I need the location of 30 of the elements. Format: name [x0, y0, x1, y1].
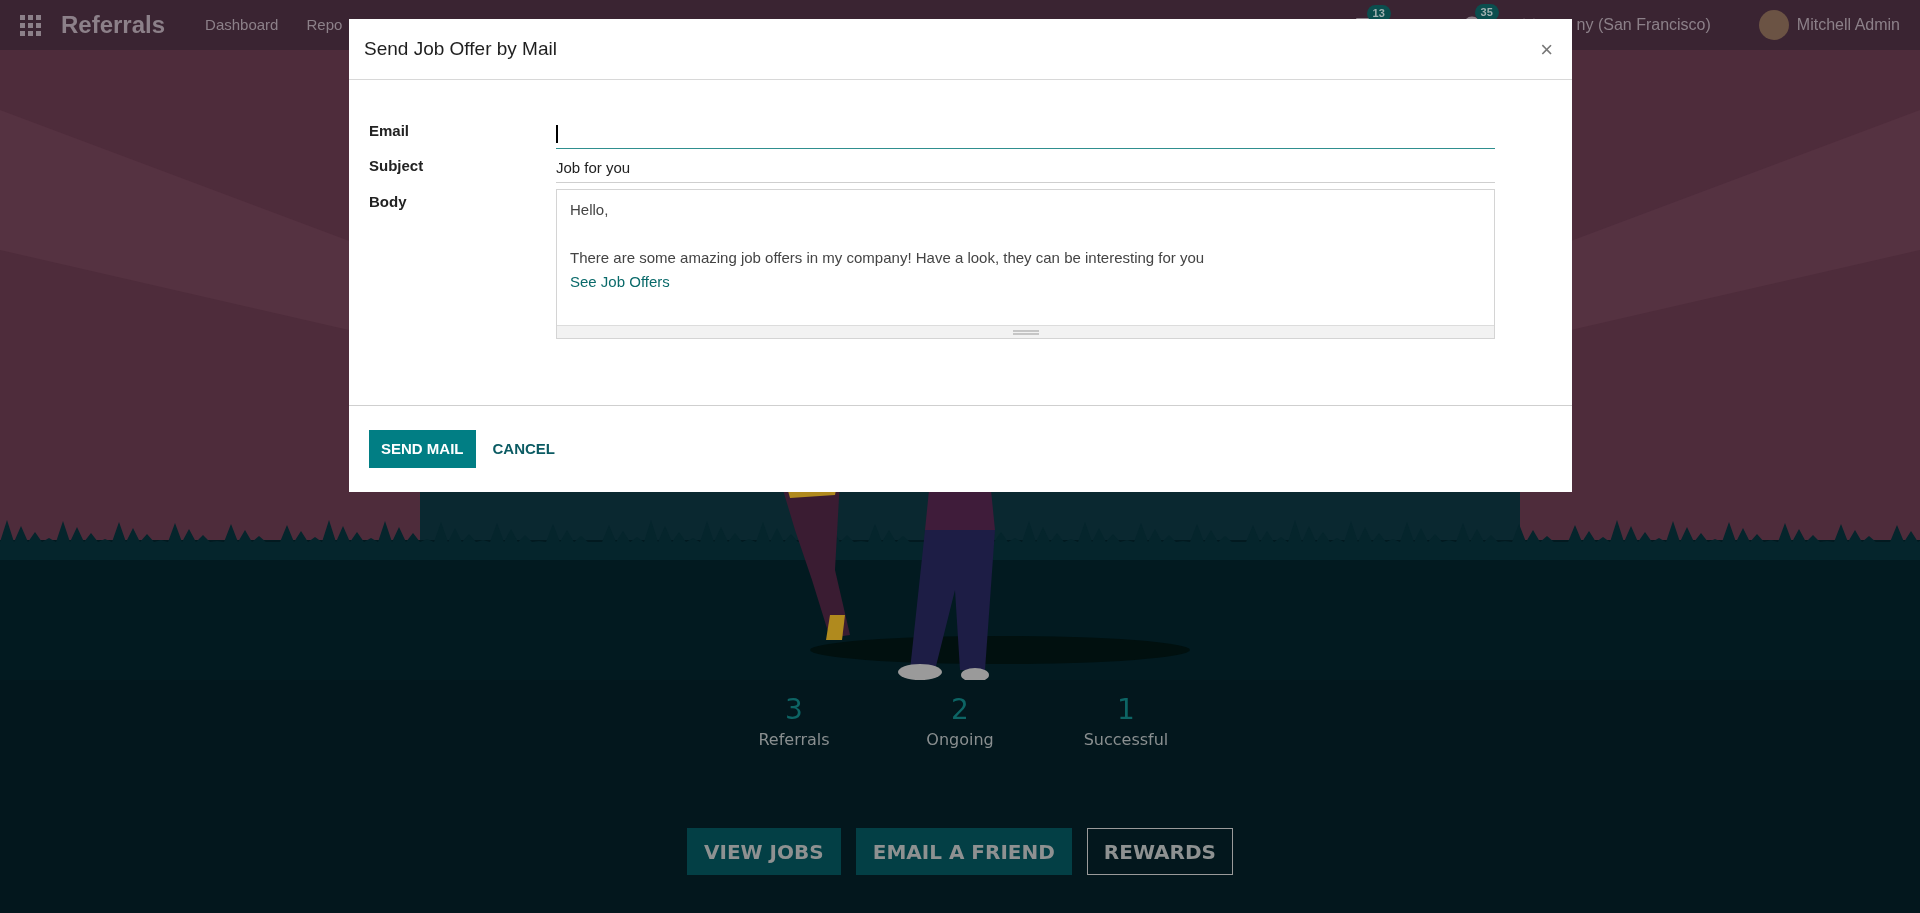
body-text: Hello, — [570, 200, 610, 220]
stat-label: Ongoing — [926, 729, 994, 751]
apps-grid-icon[interactable] — [20, 14, 41, 36]
dialog-button[interactable]: CANCEL — [480, 430, 567, 468]
stat-value: 2 — [951, 692, 969, 728]
text-field[interactable]: Job for you — [556, 155, 1495, 183]
job-offers-link[interactable]: See Job Offers — [570, 273, 670, 290]
menu-item[interactable]: Repo — [306, 13, 343, 37]
action-button[interactable]: REWARDS — [1086, 828, 1233, 875]
action-button[interactable]: EMAIL A FRIEND — [855, 828, 1072, 875]
body-text: There are some amazing job offers in my company! Have a look, they can be interesting for you — [570, 248, 1206, 268]
user-menu[interactable]: Mitchell Admin — [1796, 13, 1900, 37]
field-label: Subject — [369, 155, 425, 176]
company-switcher[interactable]: ny (San Francisco) — [1576, 13, 1711, 37]
field-label: Body — [369, 192, 408, 212]
stat-value: 3 — [785, 692, 803, 728]
body-editor[interactable]: Hello, There are some amazing job offers in my company! Have a look, they can be interesting for you See Job Offers — [556, 189, 1495, 339]
close-button[interactable]: × — [1536, 32, 1557, 66]
stat-label: Referrals — [758, 729, 830, 751]
dialog-title: Send Job Offer by Mail — [364, 36, 557, 61]
stat-label: Successful — [1083, 729, 1169, 751]
stat-value: 1 — [1117, 692, 1135, 728]
activity-count-badge: 35 — [1474, 4, 1499, 21]
avatar[interactable] — [1758, 10, 1789, 40]
resize-handle-icon[interactable] — [1012, 329, 1039, 335]
app-title[interactable]: Referrals — [61, 7, 166, 43]
field-label: Email — [369, 121, 411, 141]
dialog-button[interactable]: SEND MAIL — [369, 430, 476, 468]
action-button[interactable]: VIEW JOBS — [687, 828, 841, 875]
menu-item[interactable]: Dashboard — [205, 13, 279, 37]
